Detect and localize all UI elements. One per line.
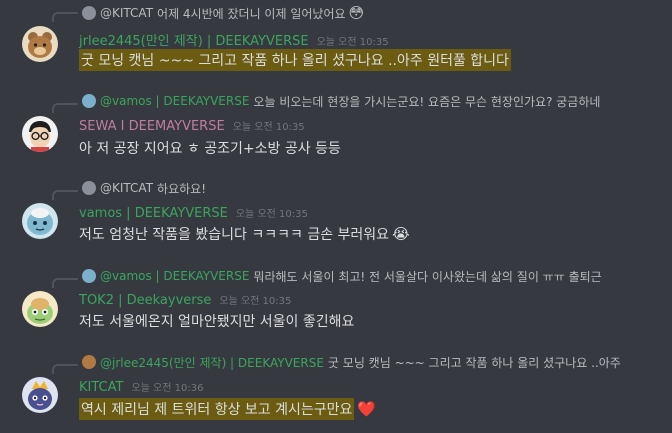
timestamp: 오늘 오전 10:35: [235, 209, 308, 220]
reply-spine: [52, 190, 78, 200]
crying-emoji: 😭: [392, 225, 410, 243]
reply-text: 굿 모닝 캣님 ~~~ 그리고 작품 하나 올리 셨구나요 ..아주: [327, 355, 621, 370]
message-text: 저도 서울에온지 얼마안됐지만 서울이 좋긴해요: [79, 314, 355, 330]
author-name[interactable]: KITCAT: [79, 380, 123, 395]
reply-text: 하요하요!: [157, 181, 207, 196]
timestamp: 오늘 오전 10:36: [131, 383, 204, 394]
blue-creature-avatar[interactable]: [22, 203, 58, 239]
reply-spine: [52, 12, 78, 22]
reply-author[interactable]: @KITCAT: [100, 181, 153, 195]
reply-avatar: [82, 269, 96, 283]
message-text: 아 저 공장 지어요 ㅎ 공조기+소방 공사 등등: [79, 141, 341, 157]
reply-preview[interactable]: @vamos | DEEKAYVERSE 뭐라해도 서울이 최고! 전 서울살다…: [82, 267, 602, 285]
reply-spine: [52, 364, 78, 374]
reply-author[interactable]: @jrlee2445(만인 제작) | DEEKAYVERSE: [100, 354, 324, 371]
reply-preview[interactable]: @jrlee2445(만인 제작) | DEEKAYVERSE 굿 모닝 캣님 …: [82, 353, 621, 371]
author-name[interactable]: jrlee2445(만인 제작) | DEEKAYVERSE: [79, 30, 309, 49]
turtle-avatar[interactable]: [22, 291, 58, 327]
reply-author[interactable]: @vamos | DEEKAYVERSE: [100, 269, 249, 283]
reply-avatar: [82, 94, 96, 108]
timestamp: 오늘 오전 10:35: [316, 37, 389, 48]
reply-text: 오늘 비오는데 현장을 가시는군요! 요즘은 무슨 현장인가요? 궁금하네: [253, 94, 601, 109]
reply-author[interactable]: @vamos | DEEKAYVERSE: [100, 94, 249, 108]
reply-text: 어제 4시반에 잤더니 이제 일어났어요: [157, 6, 346, 21]
glasses-avatar[interactable]: [22, 116, 58, 152]
reply-spine: [52, 278, 78, 288]
reply-avatar: [82, 6, 96, 20]
reply-author[interactable]: @KITCAT: [100, 6, 153, 20]
heart-emoji: ❤️: [357, 400, 377, 418]
reply-avatar: [82, 355, 96, 369]
reply-emoji: 😳: [348, 4, 365, 22]
timestamp: 오늘 오전 10:35: [232, 122, 305, 133]
bear-avatar[interactable]: [22, 26, 58, 62]
message-text: 저도 엄청난 작품을 봤습니다 ㅋㅋㅋㅋ 금손 부러워요: [79, 227, 390, 243]
author-name[interactable]: vamos | DEEKAYVERSE: [79, 206, 228, 221]
reply-preview[interactable]: @KITCAT 하요하요!: [82, 179, 206, 197]
author-name[interactable]: TOK2 | Deekayverse: [79, 293, 211, 308]
reply-preview[interactable]: @KITCAT 어제 4시반에 잤더니 이제 일어났어요 😳: [82, 4, 364, 22]
message-text: 역시 제리님 제 트위터 항상 보고 계시는구만요: [79, 398, 355, 420]
author-name[interactable]: SEWA I DEEMAYVERSE: [79, 119, 225, 134]
reply-avatar: [82, 181, 96, 195]
reply-text: 뭐라해도 서울이 최고! 전 서울살다 이사왔는데 삶의 질이 ㅠㅠ 출퇴근: [253, 269, 602, 284]
timestamp: 오늘 오전 10:35: [219, 296, 292, 307]
reply-preview[interactable]: @vamos | DEEKAYVERSE 오늘 비오는데 현장을 가시는군요! …: [82, 92, 600, 110]
message-text: 굿 모닝 캣님 ~~~ 그리고 작품 하나 올리 셨구나요 ..아주 원터풀 합…: [79, 49, 511, 71]
reply-spine: [52, 103, 78, 113]
kitcat-avatar[interactable]: [22, 377, 58, 413]
